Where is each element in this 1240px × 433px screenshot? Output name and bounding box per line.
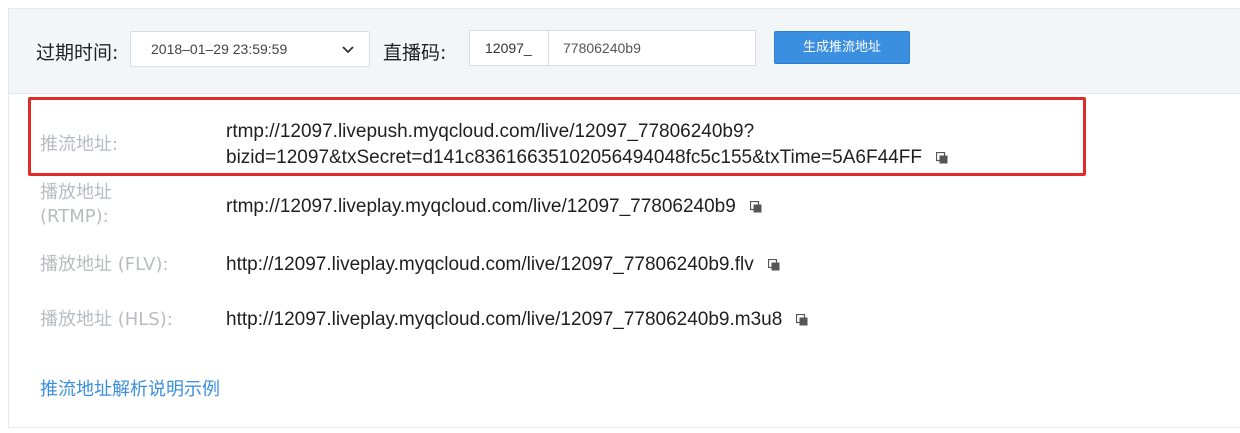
toolbar: 过期时间: 2018–01–29 23:59:59 直播码: 12097_ 生成… <box>9 9 1240 94</box>
play-rtmp-label-line2: (RTMP): <box>40 206 109 227</box>
chevron-down-icon <box>341 43 355 55</box>
expire-time-label: 过期时间: <box>36 42 119 64</box>
push-address-panel: 过期时间: 2018–01–29 23:59:59 直播码: 12097_ 生成… <box>8 8 1240 428</box>
stream-code-prefix: 12097_ <box>470 31 549 65</box>
play-rtmp-value-wrap: rtmp://12097.liveplay.myqcloud.com/live/… <box>226 194 762 220</box>
play-flv-value-wrap: http://12097.liveplay.myqcloud.com/live/… <box>226 252 780 278</box>
push-address-label: 推流地址: <box>40 134 119 155</box>
stream-code-input[interactable] <box>550 31 755 65</box>
play-hls-label: 播放地址 (HLS): <box>40 309 173 330</box>
play-flv-label: 播放地址 (FLV): <box>40 254 169 275</box>
stream-code-label: 直播码: <box>383 42 447 64</box>
generate-push-url-button[interactable]: 生成推流地址 <box>774 31 910 64</box>
play-hls-value: http://12097.liveplay.myqcloud.com/live/… <box>226 309 783 330</box>
push-url-help-link[interactable]: 推流地址解析说明示例 <box>40 375 220 401</box>
stream-code-field: 12097_ <box>469 30 756 66</box>
push-address-line2: bizid=12097&txSecret=d141c83616635102056… <box>226 147 922 168</box>
copy-icon[interactable] <box>767 258 780 271</box>
copy-icon[interactable] <box>935 151 948 164</box>
expire-time-value: 2018–01–29 23:59:59 <box>151 41 288 57</box>
push-address-line2-wrap: bizid=12097&txSecret=d141c83616635102056… <box>226 145 948 171</box>
play-rtmp-label: 播放地址 (RTMP): <box>40 181 112 229</box>
play-rtmp-value: rtmp://12097.liveplay.myqcloud.com/live/… <box>226 196 736 217</box>
copy-icon[interactable] <box>749 200 762 213</box>
copy-icon[interactable] <box>796 313 808 326</box>
expire-time-select[interactable]: 2018–01–29 23:59:59 <box>130 31 370 67</box>
play-flv-value: http://12097.liveplay.myqcloud.com/live/… <box>226 254 754 275</box>
push-address-line1: rtmp://12097.livepush.myqcloud.com/live/… <box>226 121 755 142</box>
push-address-value: rtmp://12097.livepush.myqcloud.com/live/… <box>226 119 948 171</box>
play-rtmp-label-line1: 播放地址 <box>40 182 112 203</box>
play-hls-value-wrap: http://12097.liveplay.myqcloud.com/live/… <box>226 307 808 333</box>
